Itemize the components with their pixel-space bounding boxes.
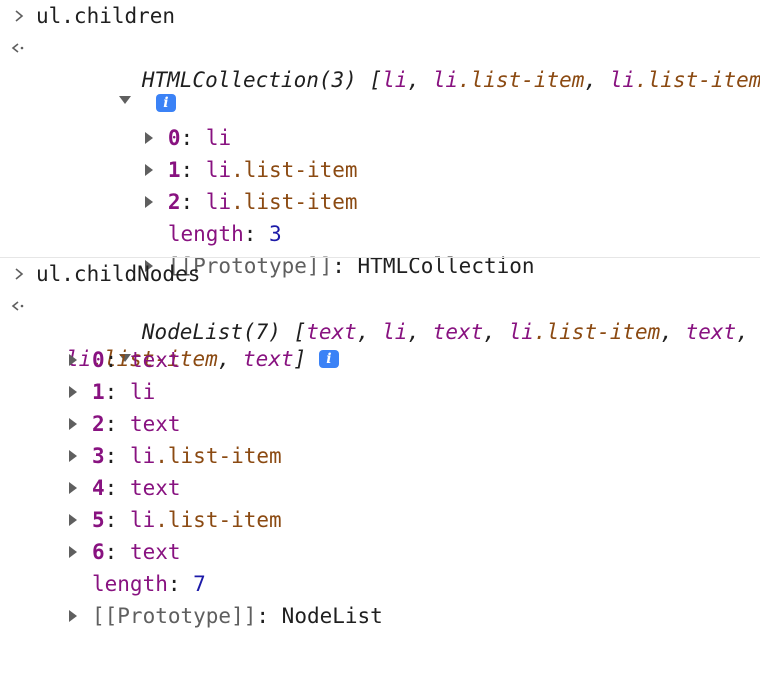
console-result-line: HTMLCollection(3) [li, li.list-item, li.…: [0, 32, 760, 104]
chevron-right-icon: [8, 0, 30, 32]
property-row[interactable]: 2: text: [0, 408, 760, 440]
property-row[interactable]: 6: text: [0, 536, 760, 568]
console-entry-childnodes: ul.childNodes NodeList(7) [text, li, tex…: [0, 257, 760, 632]
triangle-right-icon[interactable]: [68, 418, 92, 431]
property-row[interactable]: 3: li.list-item: [0, 440, 760, 472]
console-entry-children: ul.children HTMLCollection(3) [li, li.li…: [0, 0, 760, 278]
property-row[interactable]: 4: text: [0, 472, 760, 504]
property-row[interactable]: 0: text: [0, 344, 760, 376]
length-row: length: 7: [92, 572, 206, 596]
preview-item: li: [508, 320, 534, 344]
preview-item: text: [432, 320, 484, 344]
property-row[interactable]: 0: li: [0, 90, 760, 150]
length-row: length: 3: [167, 222, 282, 246]
console-input-line: ul.childNodes: [0, 258, 760, 290]
console-result-line: NodeList(7) [text, li, text, li.list-ite…: [0, 290, 760, 371]
chevron-right-icon: [8, 258, 30, 290]
prototype-row[interactable]: [[Prototype]]: HTMLCollection: [0, 218, 760, 278]
preview-item: text: [306, 320, 357, 344]
triangle-right-icon[interactable]: [68, 482, 92, 495]
preview-item: text: [685, 320, 737, 344]
property-row[interactable]: 1: li: [0, 376, 760, 408]
console-command[interactable]: ul.children: [36, 0, 175, 32]
return-arrow-icon: [8, 32, 30, 64]
triangle-right-icon[interactable]: [68, 546, 92, 559]
property-row[interactable]: 1: li.list-item: [0, 122, 760, 182]
triangle-right-icon[interactable]: [68, 450, 92, 463]
triangle-right-icon[interactable]: [68, 514, 92, 527]
triangle-right-icon[interactable]: [68, 354, 92, 367]
property-row[interactable]: 5: li.list-item: [0, 504, 760, 536]
console-command[interactable]: ul.childNodes: [36, 258, 200, 290]
prototype-row[interactable]: [[Prototype]]: NodeList: [0, 600, 760, 632]
property-row[interactable]: 2: li.list-item: [0, 154, 760, 214]
triangle-right-icon[interactable]: [68, 610, 92, 623]
triangle-right-icon[interactable]: [68, 386, 92, 399]
console-input-line: ul.children: [0, 0, 760, 32]
return-arrow-icon: [8, 290, 30, 322]
preview-item: li: [382, 320, 408, 344]
info-line: i: [0, 64, 760, 112]
